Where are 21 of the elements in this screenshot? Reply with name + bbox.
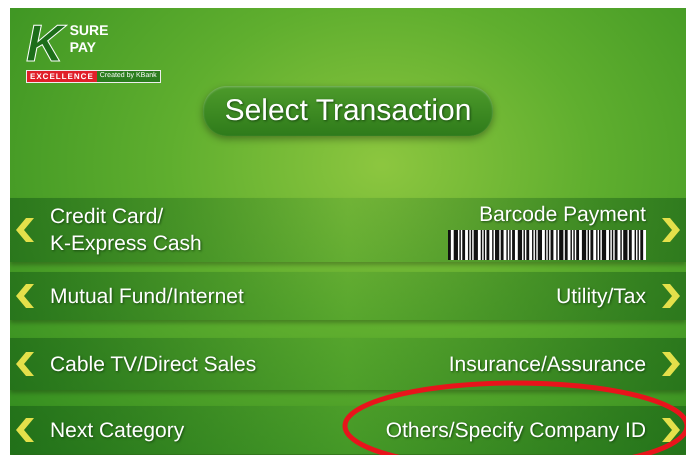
chevron-left-icon bbox=[16, 418, 36, 442]
barcode-icon bbox=[448, 230, 646, 260]
right-option-button[interactable]: Utility/Tax bbox=[550, 282, 686, 310]
logo-text: SURE bbox=[70, 22, 108, 39]
chevron-left-icon bbox=[16, 284, 36, 308]
right-option-button[interactable]: Barcode Payment bbox=[442, 200, 686, 260]
screen-title: Select Transaction bbox=[202, 86, 494, 136]
left-option-button[interactable]: Credit Card/ K-Express Cash bbox=[10, 203, 208, 257]
chevron-right-icon bbox=[660, 352, 680, 376]
chevron-right-icon bbox=[660, 218, 680, 242]
chevron-left-icon bbox=[16, 352, 36, 376]
chevron-right-icon bbox=[660, 284, 680, 308]
logo-text: PAY bbox=[70, 39, 98, 56]
left-option-button[interactable]: Cable TV/Direct Sales bbox=[10, 350, 262, 378]
chevron-right-icon bbox=[660, 418, 680, 442]
chevron-left-icon bbox=[16, 218, 36, 242]
left-option-button[interactable]: Mutual Fund/Internet bbox=[10, 282, 250, 310]
logo-letter: K bbox=[26, 20, 64, 68]
right-option-button[interactable]: Insurance/Assurance bbox=[442, 350, 686, 378]
logo-tagline: EXCELLENCE bbox=[27, 71, 97, 82]
left-option-button[interactable]: Next Category bbox=[10, 416, 190, 444]
